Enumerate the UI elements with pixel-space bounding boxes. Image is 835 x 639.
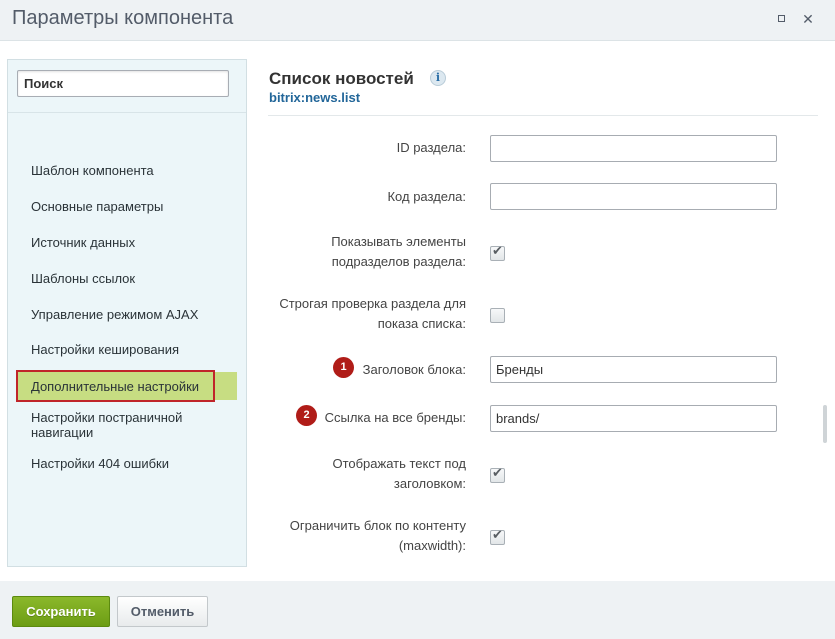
badge-1: 1 — [333, 357, 354, 378]
check-icon: ✔ — [492, 466, 503, 481]
sidebar-item-pagination[interactable]: Настройки постраничной навигации — [8, 410, 208, 440]
strict-check-checkbox[interactable] — [490, 308, 505, 323]
sidebar-item-label: Управление режимом AJAX — [31, 307, 199, 322]
sidebar-item-additional-settings[interactable]: Дополнительные настройки — [16, 370, 215, 402]
show-text-checkbox[interactable]: ✔ — [490, 466, 505, 483]
limit-block-checkbox[interactable]: ✔ — [490, 528, 505, 545]
sidebar-item-label: Источник данных — [31, 235, 136, 250]
sidebar-item-label: Настройки постраничной навигации — [31, 410, 183, 440]
sidebar-item-data-source[interactable]: Источник данных — [8, 235, 246, 250]
section-id-field[interactable] — [490, 135, 777, 162]
label-line: подразделов раздела: — [331, 254, 466, 269]
sidebar: Шаблон компонента Основные параметры Ист… — [7, 59, 247, 567]
sidebar-item-ajax[interactable]: Управление режимом AJAX — [8, 307, 246, 322]
component-code: bitrix:news.list — [269, 90, 361, 105]
show-text-label: Отображать текст под заголовком: — [332, 454, 466, 494]
all-brands-link-field[interactable]: brands/ — [490, 405, 777, 432]
save-button[interactable]: Сохранить — [12, 596, 110, 627]
strict-check-label: Строгая проверка раздела для показа спис… — [279, 294, 466, 334]
sidebar-item-label: Настройки 404 ошибки — [31, 456, 169, 471]
dialog-content: Шаблон компонента Основные параметры Ист… — [0, 40, 835, 581]
info-icon[interactable]: i — [430, 70, 446, 86]
component-title: Список новостей — [269, 69, 414, 88]
label-line: Ограничить блок по контенту — [289, 518, 466, 533]
sidebar-item-label: Дополнительные настройки — [31, 379, 200, 394]
section-code-field[interactable] — [490, 183, 777, 210]
cancel-button[interactable]: Отменить — [117, 596, 208, 627]
all-brands-link-label: Ссылка на все бренды: — [324, 410, 466, 425]
label-line: (maxwidth): — [398, 538, 466, 553]
label-line: показа списка: — [377, 316, 466, 331]
block-title-label: Заголовок блока: — [362, 362, 466, 377]
label-line: Показывать элементы — [331, 234, 466, 249]
section-code-label: Код раздела: — [387, 189, 466, 204]
show-subsections-checkbox[interactable]: ✔ — [490, 244, 505, 261]
sidebar-item-caching[interactable]: Настройки кеширования — [8, 342, 246, 357]
sidebar-item-label: Основные параметры — [31, 199, 164, 214]
main-panel: Список новостей i bitrix:news.list ID ра… — [268, 59, 818, 579]
label-line: заголовком: — [393, 476, 466, 491]
window-title: Параметры компонента — [12, 7, 234, 29]
label-line: Отображать текст под — [332, 456, 466, 471]
label-line: Строгая проверка раздела для — [279, 296, 466, 311]
sidebar-item-template[interactable]: Шаблон компонента — [8, 163, 246, 178]
scrollbar-thumb[interactable] — [823, 405, 827, 443]
check-icon: ✔ — [492, 528, 503, 543]
close-icon[interactable]: ✕ — [801, 12, 815, 26]
section-id-label: ID раздела: — [396, 140, 466, 155]
limit-block-label: Ограничить блок по контенту (maxwidth): — [290, 516, 466, 556]
sidebar-item-main-params[interactable]: Основные параметры — [8, 199, 246, 214]
badge-2: 2 — [296, 405, 317, 426]
sidebar-item-label: Шаблон компонента — [31, 163, 154, 178]
show-subsections-label: Показывать элементы подразделов раздела: — [331, 232, 466, 272]
sidebar-item-link-templates[interactable]: Шаблоны ссылок — [8, 271, 246, 286]
search-area — [8, 60, 246, 113]
sidebar-item-404[interactable]: Настройки 404 ошибки — [8, 456, 246, 471]
check-icon: ✔ — [492, 244, 503, 259]
dialog-footer: Сохранить Отменить — [0, 581, 835, 639]
sidebar-item-label: Шаблоны ссылок — [31, 271, 136, 286]
block-title-field[interactable]: Бренды — [490, 356, 777, 383]
active-item-background — [215, 372, 237, 400]
divider — [268, 115, 818, 116]
sidebar-item-label: Настройки кеширования — [31, 342, 180, 357]
window-titlebar: Параметры компонента ✕ — [0, 0, 835, 40]
search-input[interactable] — [17, 70, 229, 97]
maximize-icon[interactable] — [778, 15, 785, 22]
